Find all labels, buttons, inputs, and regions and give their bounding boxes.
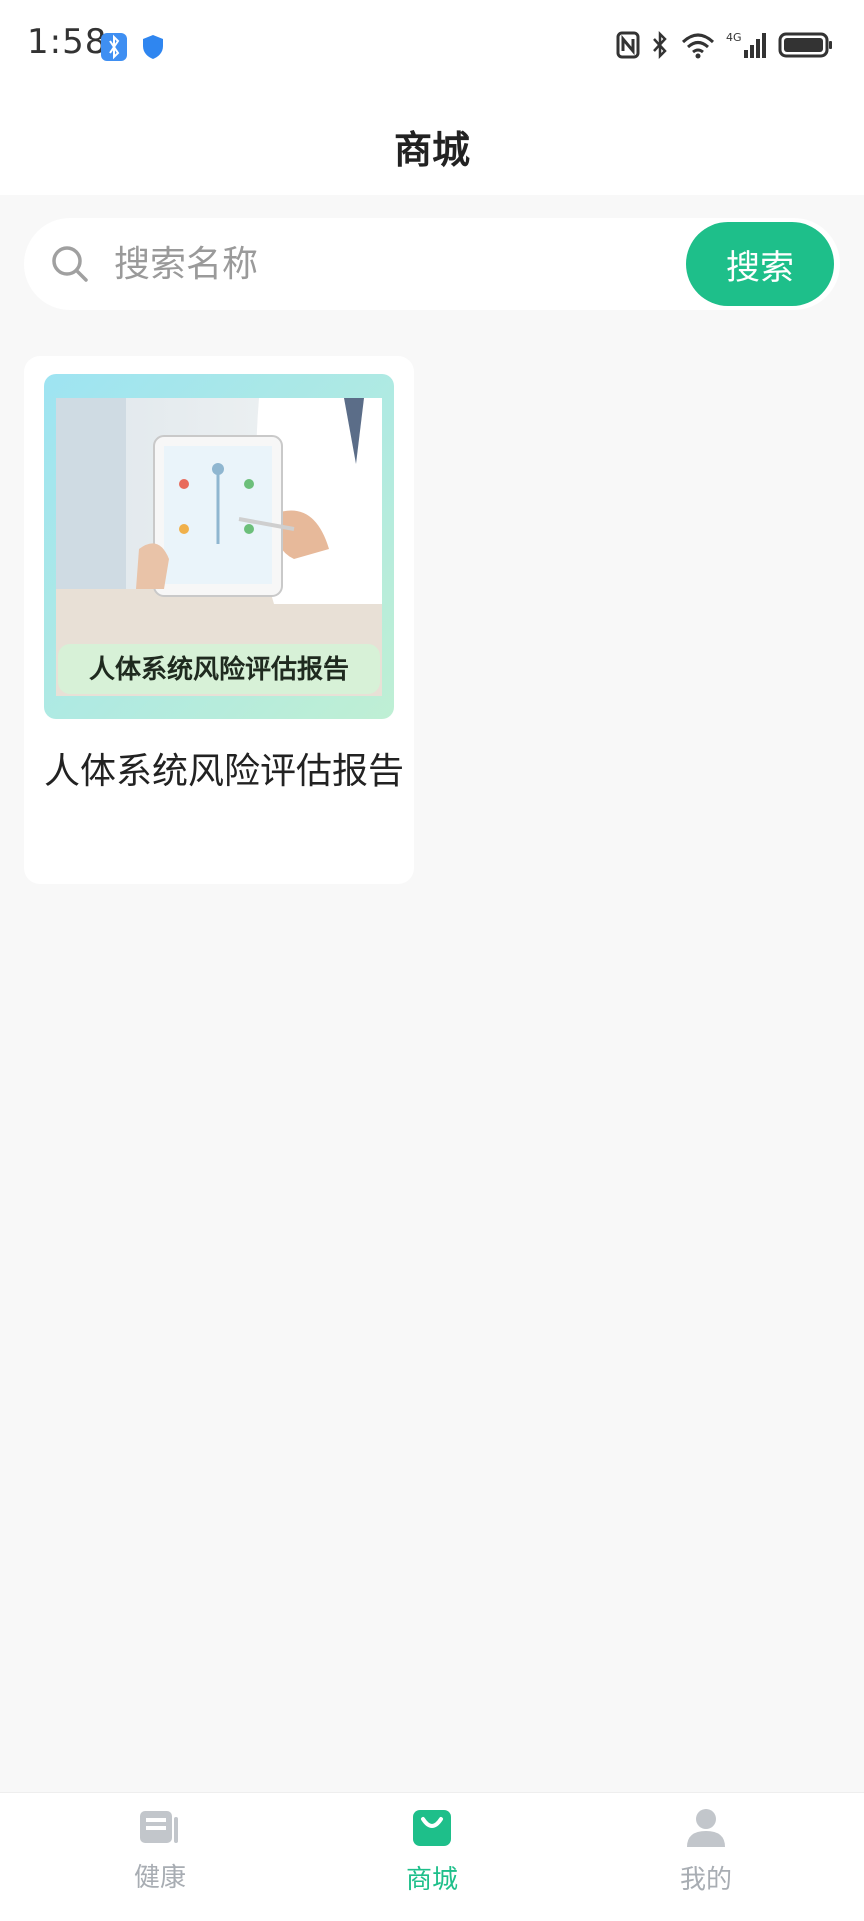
tab-mine-label: 我的: [679, 1865, 732, 1895]
search-button[interactable]: 搜索: [686, 222, 834, 306]
bottom-tab-bar: 健康 商城 我的: [0, 1792, 864, 1921]
search-icon: [50, 244, 90, 288]
status-icons: 4G: [616, 30, 834, 64]
svg-text:4G: 4G: [726, 31, 742, 44]
status-bar: 1:58 4G: [0, 0, 864, 95]
tab-mine[interactable]: 我的: [616, 1807, 796, 1907]
tab-mall-label: 商城: [405, 1865, 458, 1895]
user-icon: [616, 1807, 796, 1853]
product-name: 人体系统风险评估报告: [44, 751, 405, 792]
tab-health-label: 健康: [133, 1863, 186, 1893]
search-bar: 搜索: [24, 218, 840, 310]
title-bar: 商城: [0, 95, 864, 195]
bluetooth-icon: [650, 30, 670, 64]
battery-icon: [778, 31, 834, 63]
shield-icon: [142, 34, 164, 64]
signal-icon: 4G: [726, 30, 768, 64]
search-input[interactable]: [114, 236, 674, 292]
shopping-bag-icon: [342, 1807, 522, 1853]
tab-health[interactable]: 健康: [70, 1807, 250, 1907]
page-title: 商城: [393, 128, 470, 172]
nfc-icon: [616, 31, 640, 63]
news-icon: [70, 1807, 250, 1851]
bluetooth-app-icon: [101, 33, 127, 61]
status-time: 1:58: [27, 22, 108, 62]
tab-mall[interactable]: 商城: [342, 1807, 522, 1907]
product-image-banner-text: 人体系统风险评估报告: [89, 654, 349, 685]
product-image[interactable]: 人体系统风险评估报告: [44, 374, 394, 719]
wifi-icon: [680, 30, 716, 64]
product-card[interactable]: 人体系统风险评估报告 人体系统风险评估报告: [24, 356, 414, 884]
